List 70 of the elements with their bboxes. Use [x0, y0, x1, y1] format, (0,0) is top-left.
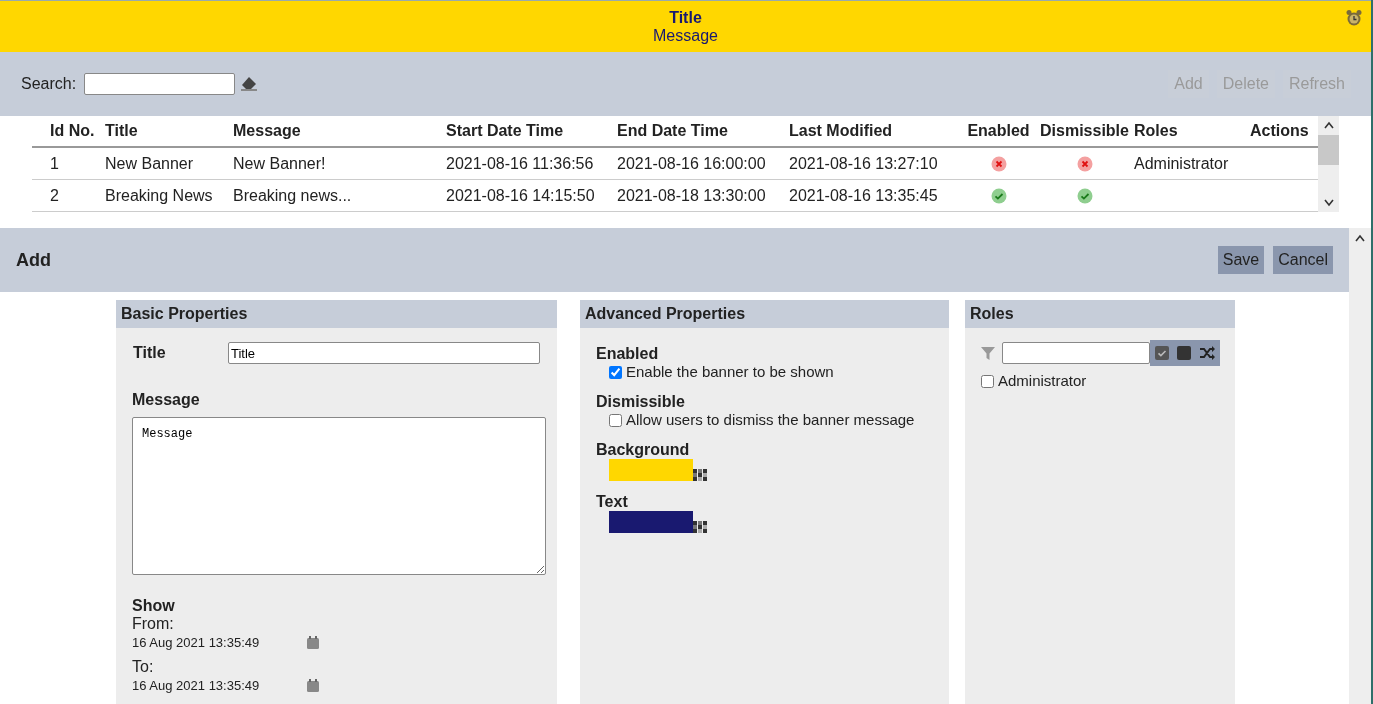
table-cell: 2021-08-16 11:36:56: [446, 147, 617, 180]
banner-message: Message: [653, 26, 718, 45]
table-cell: Administrator: [1134, 147, 1250, 180]
search-label: Search:: [21, 75, 77, 93]
field-label: Dismissible: [596, 393, 686, 411]
date-label: From:: [132, 615, 175, 633]
message-field[interactable]: Message: [132, 417, 546, 575]
table-cell: New Banner!: [233, 147, 446, 180]
table-cell: 2: [32, 179, 105, 212]
column-header: Title: [105, 116, 233, 147]
table-cell: Breaking news...: [233, 179, 446, 212]
checkbox[interactable]: [981, 374, 994, 388]
field-label: Show: [132, 597, 176, 615]
alarm-clock-icon: [1345, 9, 1363, 27]
checkbox-option: Allow users to dismiss the banner message: [626, 411, 915, 429]
column-header: Last Modified: [789, 116, 962, 147]
panel-heading: Advanced Properties: [580, 300, 949, 328]
table-cell: 2021-08-16 14:15:50: [446, 179, 617, 212]
table-cell: Breaking News: [105, 179, 233, 212]
table-cell: 2021-08-16 13:35:45: [789, 179, 962, 212]
chevron-down-icon: [1323, 199, 1334, 207]
checkbox-option: Enable the banner to be shown: [626, 363, 834, 381]
scrollbar[interactable]: [1318, 116, 1339, 212]
column-header: Dismissible: [1035, 116, 1134, 147]
checkbox[interactable]: [609, 413, 622, 427]
field-label: Enabled: [596, 345, 660, 363]
date-value: 16 Aug 2021 13:35:49: [132, 634, 261, 650]
field-label: Message: [132, 391, 201, 409]
column-header: Id No.: [32, 116, 105, 147]
search-field[interactable]: [84, 73, 236, 95]
calendar-icon: [307, 635, 319, 649]
date-label: To:: [132, 658, 155, 676]
square-icon: [1177, 346, 1191, 360]
filter-field[interactable]: [1002, 342, 1150, 364]
title-field[interactable]: Title: [228, 342, 540, 364]
table-cell: 1: [32, 147, 105, 180]
field-label: Text: [596, 493, 629, 511]
table-cell: New Banner: [105, 147, 233, 180]
palette-grid-icon: [693, 521, 707, 533]
editor-title: Add: [16, 249, 51, 271]
column-header: Message: [233, 116, 446, 147]
scrollbar[interactable]: [1349, 228, 1371, 704]
column-header: Start Date Time: [446, 116, 617, 147]
scrollbar-thumb[interactable]: [1318, 135, 1339, 165]
chevron-up-icon: [1323, 121, 1334, 129]
column-header: End Date Time: [617, 116, 789, 147]
eraser-icon: [240, 76, 259, 92]
editor-button[interactable]: Cancel: [1273, 246, 1333, 274]
panel-heading: Basic Properties: [116, 300, 557, 328]
palette-grid-icon: [693, 469, 707, 481]
field-label: Title: [132, 344, 167, 362]
color-swatch[interactable]: [609, 511, 693, 533]
check-all-icon: [1155, 346, 1169, 360]
table-cell: 2021-08-16 16:00:00: [617, 147, 789, 180]
color-swatch[interactable]: [609, 459, 693, 481]
column-header: Enabled: [962, 116, 1035, 147]
checkbox[interactable]: [609, 365, 622, 379]
chevron-up-icon: [1355, 234, 1365, 242]
editor-button[interactable]: Save: [1217, 246, 1265, 274]
role-option: Administrator: [998, 372, 1087, 390]
table-cell: 2021-08-16 13:27:10: [789, 147, 962, 180]
field-label: Background: [596, 441, 691, 459]
shuffle-icon: [1199, 346, 1215, 360]
filter-icon: [980, 345, 996, 361]
date-value: 16 Aug 2021 13:35:49: [132, 677, 261, 693]
column-header: Roles: [1134, 116, 1250, 147]
calendar-icon: [307, 678, 319, 692]
panel-heading: Roles: [965, 300, 1235, 328]
banner-title: Title: [669, 8, 702, 27]
table-cell: 2021-08-18 13:30:00: [617, 179, 789, 212]
